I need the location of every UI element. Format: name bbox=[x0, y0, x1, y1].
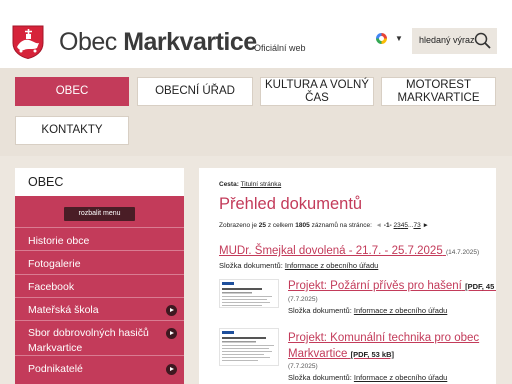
pagination-prev[interactable]: ◄ bbox=[376, 222, 382, 229]
coat-of-arms-logo[interactable] bbox=[12, 25, 44, 59]
sidebar-heading: OBEC bbox=[28, 175, 64, 189]
sidebar-menu: OBEC rozbalit menu Historie obce Fotogal… bbox=[15, 168, 184, 384]
nav-item-kultura[interactable]: KULTURA A VOLNÝ ČAS bbox=[260, 77, 374, 106]
document-category-link[interactable]: Informace z obecního úřadu bbox=[285, 261, 378, 270]
sidebar-item-label: Mateřská škola bbox=[28, 304, 99, 316]
sidebar-heading-box: OBEC bbox=[15, 168, 184, 196]
sidebar-item-facebook[interactable]: Facebook bbox=[15, 274, 184, 297]
document-date: (7.7.2025) bbox=[288, 296, 318, 303]
site-subtitle: Oficiální web bbox=[254, 43, 306, 53]
sidebar-item-label: Podnikatelé bbox=[28, 363, 83, 375]
sidebar-item-label: Sbor dobrovolných hasičů Markvartice bbox=[28, 327, 149, 354]
main-content: Cesta: Titulní stránka Přehled dokumentů… bbox=[199, 168, 496, 384]
search-icon[interactable] bbox=[473, 31, 493, 51]
sidebar-item-label: Historie obce bbox=[28, 235, 90, 247]
search-input[interactable]: hledaný výraz bbox=[419, 35, 475, 45]
nav-item-kontakty[interactable]: KONTAKTY bbox=[15, 116, 129, 145]
document-preview-image bbox=[222, 282, 272, 306]
pagination-next[interactable]: ► bbox=[423, 222, 429, 229]
pagination-last[interactable]: 73 bbox=[413, 222, 420, 229]
chevron-right-icon[interactable] bbox=[166, 328, 177, 339]
sidebar-item-sdh[interactable]: Sbor dobrovolných hasičů Markvartice bbox=[15, 320, 184, 355]
google-icon bbox=[376, 33, 387, 44]
document-date: (7.7.2025) bbox=[288, 363, 318, 370]
document-category-link[interactable]: Informace z obecního úřadu bbox=[354, 373, 447, 382]
expand-menu-button[interactable]: rozbalit menu bbox=[64, 207, 135, 221]
sidebar-item-historie[interactable]: Historie obce bbox=[15, 227, 184, 250]
document-category: Složka dokumentů: Informace z obecního ú… bbox=[288, 373, 448, 382]
main-navigation: OBEC OBECNÍ ÚŘAD KULTURA A VOLNÝ ČAS MOT… bbox=[0, 68, 512, 156]
sidebar-item-materska-skola[interactable]: Mateřská škola bbox=[15, 297, 184, 320]
document-thumbnail[interactable] bbox=[219, 279, 279, 308]
document-preview-image bbox=[222, 331, 274, 361]
document-title-link[interactable]: Projekt: Požární přívěs pro hašení [PDF,… bbox=[288, 280, 496, 292]
document-category: Složka dokumentů: Informace z obecního ú… bbox=[219, 261, 379, 270]
nav-item-motorest[interactable]: MOTOREST MARKVARTICE bbox=[381, 77, 496, 106]
document-title-link[interactable]: Projekt: Komunální technika pro obec Mar… bbox=[288, 330, 488, 363]
nav-item-obec[interactable]: OBEC bbox=[15, 77, 129, 106]
document-title-link[interactable]: MUDr. Šmejkal dovolená - 21.7. - 25.7.20… bbox=[219, 245, 479, 257]
sidebar-item-fotogalerie[interactable]: Fotogalerie bbox=[15, 250, 184, 274]
search-box: hledaný výraz bbox=[412, 28, 497, 54]
site-header: Obec Markvartice Oficiální web ▼ hledaný… bbox=[0, 0, 512, 68]
breadcrumb: Cesta: Titulní stránka bbox=[219, 181, 282, 188]
site-title[interactable]: Obec Markvartice bbox=[59, 28, 257, 57]
nav-item-obecni-urad[interactable]: OBECNÍ ÚŘAD bbox=[137, 77, 253, 106]
sidebar-item-label: Fotogalerie bbox=[28, 258, 81, 270]
breadcrumb-home-link[interactable]: Titulní stránka bbox=[241, 181, 282, 188]
sidebar-item-label: Facebook bbox=[28, 281, 75, 293]
document-category-link[interactable]: Informace z obecního úřadu bbox=[354, 306, 447, 315]
document-category: Složka dokumentů: Informace z obecního ú… bbox=[288, 306, 448, 315]
document-thumbnail[interactable] bbox=[219, 328, 279, 366]
pagination-current: -1- bbox=[383, 222, 392, 229]
page-title: Přehled dokumentů bbox=[219, 195, 363, 213]
chevron-right-icon[interactable] bbox=[166, 364, 177, 375]
chevron-right-icon[interactable] bbox=[166, 305, 177, 316]
sidebar-item-podnikatele[interactable]: Podnikatelé bbox=[15, 355, 184, 384]
google-translate-widget[interactable]: ▼ bbox=[376, 33, 403, 44]
translate-dropdown-arrow[interactable]: ▼ bbox=[395, 34, 403, 43]
pagination-info: Zobrazeno je 25 z celkem 1805 záznamů na… bbox=[219, 222, 429, 229]
